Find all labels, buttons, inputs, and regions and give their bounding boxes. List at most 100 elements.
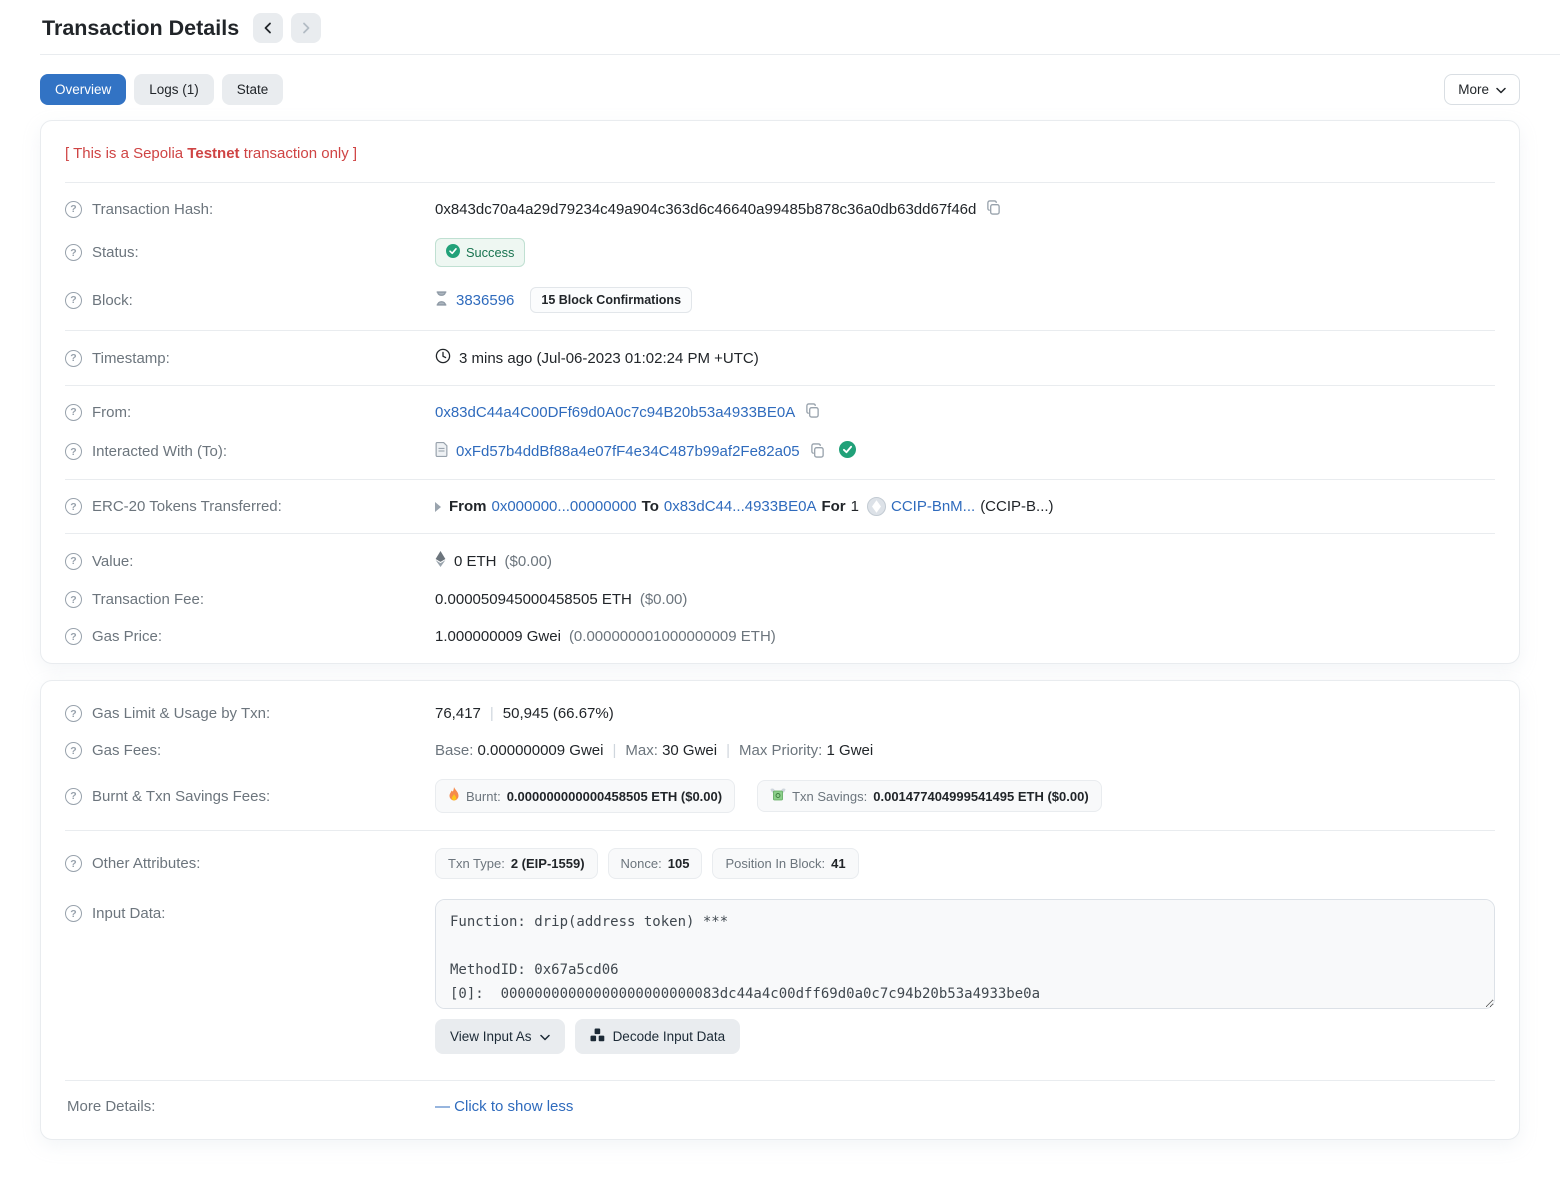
position-in-block-value: 41	[831, 856, 845, 871]
testnet-notice-bold: Testnet	[187, 145, 239, 162]
page-header: Transaction Details	[40, 0, 1520, 54]
tab-state[interactable]: State	[222, 74, 284, 105]
burnt-fee-badge: Burnt: 0.000000000000458505 ETH ($0.00)	[435, 779, 735, 813]
txn-savings-value: 0.001477404999541495 ETH ($0.00)	[873, 789, 1088, 804]
tabs-bar: Overview Logs (1) State More	[40, 74, 1520, 105]
token-icon	[867, 497, 886, 516]
next-transaction-button[interactable]	[291, 13, 321, 43]
txn-type-value: 2 (EIP-1559)	[511, 856, 585, 871]
erc20-from-address-link[interactable]: 0x000000...00000000	[492, 498, 637, 515]
divider	[65, 182, 1495, 183]
more-details-row: More Details: — Click to show less	[65, 1088, 1495, 1125]
interacted-with-label: Interacted With (To):	[92, 443, 227, 460]
status-label: Status:	[92, 244, 139, 261]
value-row: Value: 0 ETH ($0.00)	[65, 541, 1495, 581]
gas-used-value: 50,945 (66.67%)	[503, 705, 614, 722]
txn-savings-label: Txn Savings:	[792, 789, 867, 804]
copy-to-address-button[interactable]	[808, 443, 827, 461]
view-input-as-button[interactable]: View Input As	[435, 1019, 565, 1054]
max-fee-value: 30 Gwei	[662, 742, 717, 759]
erc20-to-address-link[interactable]: 0x83dC44...4933BE0A	[664, 498, 817, 515]
cubes-icon	[590, 1028, 605, 1045]
position-in-block-badge: Position In Block: 41	[712, 848, 858, 879]
block-row: Block: 3836596 15 Block Confirmations	[65, 277, 1495, 323]
help-icon	[65, 705, 82, 722]
separator: |	[726, 742, 730, 759]
nonce-label: Nonce:	[621, 856, 662, 871]
gas-price-value: 1.000000009 Gwei	[435, 628, 561, 645]
base-fee-label: Base:	[435, 742, 473, 759]
more-button[interactable]: More	[1444, 74, 1520, 105]
copy-from-address-button[interactable]	[803, 403, 822, 421]
divider	[65, 533, 1495, 534]
max-priority-fee-value: 1 Gwei	[827, 742, 874, 759]
view-input-as-label: View Input As	[450, 1029, 532, 1044]
transaction-details-page: Transaction Details Overview Logs (1) St…	[0, 0, 1560, 1140]
check-circle-icon	[446, 244, 460, 261]
gas-price-row: Gas Price: 1.000000009 Gwei (0.000000001…	[65, 618, 1495, 655]
erc20-from-label: From	[449, 498, 487, 515]
status-row: Status: Success	[65, 228, 1495, 277]
transaction-fee-value: 0.000050945000458505 ETH	[435, 591, 632, 608]
tabs: Overview Logs (1) State	[40, 74, 283, 105]
transaction-hash-row: Transaction Hash: 0x843dc70a4a29d79234c4…	[65, 190, 1495, 228]
help-icon	[65, 855, 82, 872]
help-icon	[65, 628, 82, 645]
block-number-link[interactable]: 3836596	[456, 292, 514, 309]
nonce-value: 105	[668, 856, 690, 871]
divider	[65, 1080, 1495, 1081]
input-data-row: Input Data: Function: drip(address token…	[65, 889, 1495, 1064]
help-icon	[65, 553, 82, 570]
transaction-fee-label: Transaction Fee:	[92, 591, 204, 608]
divider	[65, 830, 1495, 831]
hourglass-icon	[435, 291, 448, 310]
interacted-with-row: Interacted With (To): 0xFd57b4ddBf88a4e0…	[65, 431, 1495, 472]
help-icon	[65, 443, 82, 460]
gas-limit-value: 76,417	[435, 705, 481, 722]
chevron-down-icon	[1496, 82, 1506, 97]
decode-input-data-label: Decode Input Data	[613, 1029, 726, 1044]
previous-transaction-button[interactable]	[253, 13, 283, 43]
timestamp-label: Timestamp:	[92, 350, 170, 367]
tab-logs[interactable]: Logs (1)	[134, 74, 214, 105]
divider	[65, 385, 1495, 386]
status-badge-label: Success	[466, 245, 514, 260]
input-data-actions: View Input As Decode Input Data	[435, 1019, 1495, 1054]
eth-diamond-icon	[435, 551, 446, 571]
show-less-link[interactable]: — Click to show less	[435, 1098, 573, 1115]
from-address-link[interactable]: 0x83dC44a4C00DFf69d0A0c7c94B20b53a4933BE…	[435, 404, 795, 421]
base-fee-value: 0.000000009 Gwei	[478, 742, 604, 759]
erc20-token-link[interactable]: CCIP-BnM...	[891, 498, 975, 515]
help-icon	[65, 201, 82, 218]
erc20-for-label: For	[821, 498, 845, 515]
gas-limit-label: Gas Limit & Usage by Txn:	[92, 705, 270, 722]
erc20-to-label: To	[642, 498, 659, 515]
to-address-link[interactable]: 0xFd57b4ddBf88a4e07fF4e34C487b99af2Fe82a…	[456, 443, 800, 460]
gas-fees-row: Gas Fees: Base: 0.000000009 Gwei | Max: …	[65, 732, 1495, 769]
caret-right-icon	[435, 502, 441, 512]
input-data-textarea[interactable]: Function: drip(address token) *** Method…	[435, 899, 1495, 1009]
copy-icon	[810, 443, 825, 461]
transaction-hash-label: Transaction Hash:	[92, 201, 213, 218]
page-title: Transaction Details	[42, 16, 239, 41]
other-attributes-row: Other Attributes: Txn Type: 2 (EIP-1559)…	[65, 838, 1495, 889]
tab-overview[interactable]: Overview	[40, 74, 126, 105]
erc20-token-suffix: (CCIP-B...)	[980, 498, 1053, 515]
max-priority-fee-label: Max Priority:	[739, 742, 822, 759]
other-attributes-label: Other Attributes:	[92, 855, 200, 872]
decode-input-data-button[interactable]: Decode Input Data	[575, 1019, 741, 1054]
txn-type-label: Txn Type:	[448, 856, 505, 871]
header-divider	[40, 54, 1560, 55]
burnt-value: 0.000000000000458505 ETH ($0.00)	[507, 789, 722, 804]
help-icon	[65, 788, 82, 805]
overview-card: [ This is a Sepolia Testnet transaction …	[40, 120, 1520, 664]
copy-icon	[986, 200, 1001, 218]
burnt-savings-row: Burnt & Txn Savings Fees: Burnt: 0.00000…	[65, 769, 1495, 823]
copy-hash-button[interactable]	[984, 200, 1003, 218]
help-icon	[65, 350, 82, 367]
txn-savings-badge: Txn Savings: 0.001477404999541495 ETH ($…	[757, 780, 1102, 812]
divider	[65, 330, 1495, 331]
block-label: Block:	[92, 292, 133, 309]
help-icon	[65, 404, 82, 421]
testnet-notice-prefix: [ This is a Sepolia	[65, 145, 187, 162]
